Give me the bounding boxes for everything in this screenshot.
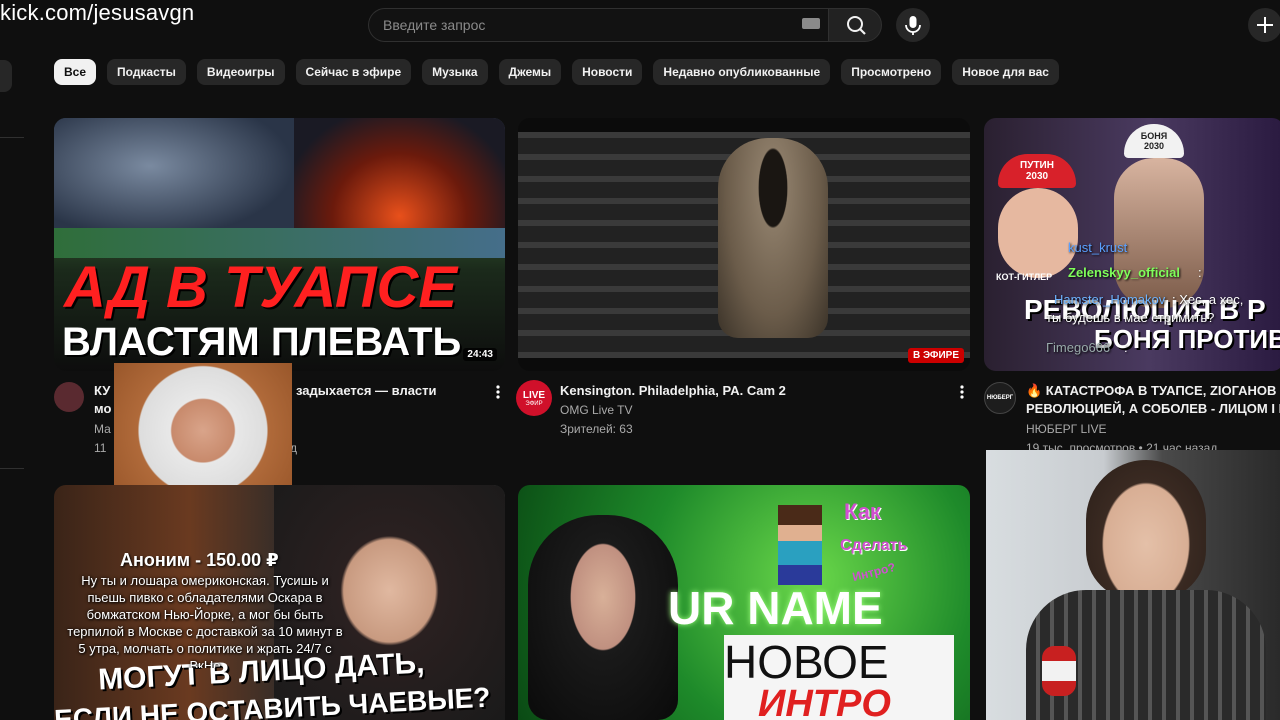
viewer-count: Зрителей: 63	[560, 422, 633, 436]
more-options-icon[interactable]	[959, 384, 965, 400]
video-title-line[interactable]: 🔥 КАТАСТРОФА В ТУАПСЕ, ZIОГАНОВ П	[1026, 382, 1280, 400]
avatar-subtext: ЭФИР	[525, 400, 543, 407]
chip-music[interactable]: Музыка	[422, 59, 488, 85]
minecraft-character	[778, 505, 822, 585]
channel-avatar[interactable]: НЮБЕРГ	[984, 382, 1016, 414]
sidebar-divider	[0, 137, 24, 138]
chat-username: Hamster_Homakov	[1054, 292, 1166, 307]
cap-text: ПУТИН 2030	[1020, 160, 1054, 182]
thumb-headline: АД В ТУАПСЕ	[64, 255, 458, 320]
thumb-side-text: Как	[844, 499, 881, 524]
white-cap: БОНЯ 2030	[1124, 124, 1184, 158]
channel-avatar[interactable]	[54, 382, 84, 412]
search-button[interactable]	[828, 8, 882, 42]
video-thumbnail[interactable]: В ЭФИРЕ	[518, 118, 970, 371]
thumb-label: КОТ-ГИТЛЕР	[996, 272, 1053, 282]
chat-message: :	[1124, 340, 1128, 355]
red-cap: ПУТИН 2030	[998, 154, 1076, 188]
sidebar-item-home[interactable]	[0, 60, 12, 92]
donation-header: Аноним - 150.00 ₽	[120, 550, 279, 570]
filter-chip-bar: Все Подкасты Видеоигры Сейчас в эфире Му…	[54, 59, 1059, 85]
smoke-cloud	[54, 118, 294, 238]
video-title-fragment[interactable]: КУ	[94, 382, 110, 400]
video-stats: 11	[94, 441, 107, 455]
chat-username: Zelenskyy_official	[1068, 265, 1180, 280]
thumb-subline: БОНЯ ПРОТИВ Б	[1094, 324, 1280, 354]
chip-live-now[interactable]: Сейчас в эфире	[295, 59, 412, 85]
chip-all[interactable]: Все	[54, 59, 97, 85]
cap-text: БОНЯ 2030	[1140, 131, 1168, 151]
chip-news[interactable]: Новости	[572, 59, 643, 85]
video-title-fragment[interactable]: мо	[94, 400, 111, 418]
search-placeholder: Введите запрос	[383, 17, 486, 33]
microphone-icon	[905, 16, 921, 35]
thumb-side-text: Сделать	[840, 537, 908, 554]
video-thumbnail[interactable]: ПУТИН 2030 БОНЯ 2030 КОТ-ГИТЛЕР РЕВОЛЮЦИ…	[984, 118, 1280, 371]
sidebar-divider	[0, 468, 24, 469]
thumb-subline: НОВОЕ	[724, 636, 889, 688]
live-badge: В ЭФИРЕ	[907, 348, 964, 363]
voice-search-button[interactable]	[896, 8, 930, 42]
search-input[interactable]: Введите запрос	[368, 8, 829, 42]
person-face	[528, 515, 678, 720]
chat-username: Гimego666	[1046, 340, 1111, 355]
thumb-subline: ИНТРО	[758, 683, 891, 720]
chip-recently-uploaded[interactable]: Недавно опубликованные	[653, 59, 831, 85]
avatar-text: НЮБЕРГ	[986, 395, 1014, 401]
drink-can	[1042, 646, 1076, 696]
chip-new-to-you[interactable]: Новое для вас	[952, 59, 1059, 85]
plus-icon	[1257, 17, 1273, 33]
video-title[interactable]: Kensington. Philadelphia, PA. Cam 2	[560, 382, 786, 400]
chat-username: kust_krust	[1068, 240, 1128, 255]
chat-message: :	[1198, 265, 1202, 280]
chat-message: : Хес, а хес,	[1172, 292, 1244, 307]
person-face	[998, 188, 1078, 278]
video-thumbnail[interactable]: АД В ТУАПСЕ ВЛАСТЯМ ПЛЕВАТЬ 24:43	[54, 118, 505, 371]
chip-watched[interactable]: Просмотрено	[841, 59, 942, 85]
streamer-face	[1086, 460, 1206, 600]
thumb-headline: UR NAME	[668, 582, 883, 634]
chat-message: ты будешь в мае стримить?	[1046, 310, 1215, 325]
thumb-subline: ВЛАСТЯМ ПЛЕВАТЬ	[62, 320, 462, 364]
channel-avatar[interactable]: LIVE ЭФИР	[516, 380, 552, 416]
keyboard-icon[interactable]	[802, 18, 820, 29]
create-button[interactable]	[1248, 8, 1280, 42]
video-thumbnail[interactable]: Как Сделать Интро? UR NAME НОВОЕ ИНТРО	[518, 485, 970, 720]
duration-badge: 24:43	[463, 348, 497, 361]
channel-name[interactable]: Ма	[94, 422, 111, 436]
hooded-figure	[718, 138, 828, 338]
avatar-text: LIVE	[522, 389, 546, 401]
channel-name[interactable]: OMG Live TV	[560, 403, 632, 417]
video-title-line[interactable]: РЕВОЛЮЦИЕЙ, А СОБОЛЕВ - ЛИЦОМ І М	[1026, 400, 1280, 418]
more-options-icon[interactable]	[495, 384, 501, 400]
person-face	[1114, 158, 1204, 308]
channel-name[interactable]: НЮБЕРГ LIVE	[1026, 422, 1107, 436]
chip-jams[interactable]: Джемы	[498, 59, 562, 85]
search-icon	[847, 16, 866, 35]
video-title-fragment[interactable]: задыхается — власти	[296, 382, 437, 400]
stream-url-overlay: kick.com/jesusavgn	[0, 0, 195, 25]
streamer-webcam-overlay	[986, 450, 1280, 720]
donation-message: Ну ты и лошара омериконская. Тусишь и пь…	[67, 573, 343, 668]
chip-podcasts[interactable]: Подкасты	[107, 59, 186, 85]
chip-video-games[interactable]: Видеоигры	[196, 59, 285, 85]
